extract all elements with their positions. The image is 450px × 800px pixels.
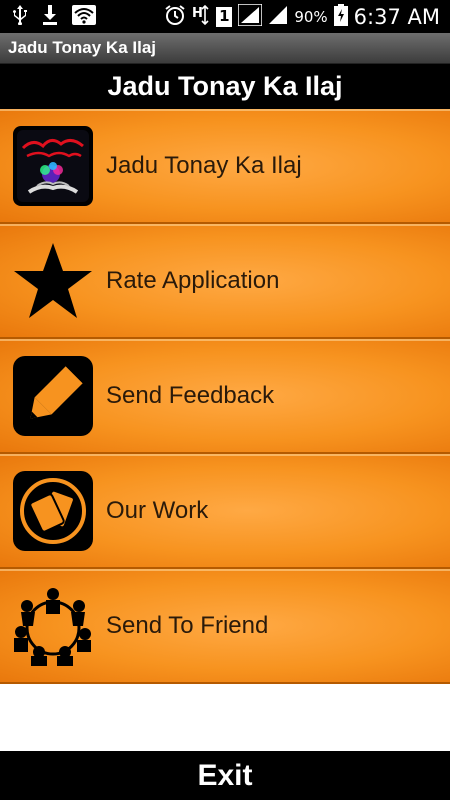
menu-item-send-feedback[interactable]: Send Feedback <box>0 339 450 454</box>
page-header: Jadu Tonay Ka Ilaj <box>0 64 450 109</box>
menu-item-jadu-tonay[interactable]: Jadu Tonay Ka Ilaj <box>0 109 450 224</box>
menu-item-label: Our Work <box>106 496 209 524</box>
signal-icon <box>237 3 264 29</box>
signal-icon-2 <box>268 5 288 28</box>
menu-item-our-work[interactable]: Our Work <box>0 454 450 569</box>
app-logo-icon <box>13 125 93 206</box>
menu-item-send-to-friend[interactable]: Send To Friend <box>0 569 450 684</box>
network-h-icon: H <box>192 4 210 29</box>
usb-icon <box>12 5 28 28</box>
clock: 6:37 AM <box>353 4 440 29</box>
pencil-icon <box>13 355 93 436</box>
menu-item-label: Send Feedback <box>106 381 275 409</box>
people-circle-icon <box>13 586 93 666</box>
page-title: Jadu Tonay Ka Ilaj <box>107 71 343 101</box>
menu-item-label: Rate Application <box>106 266 280 294</box>
battery-percent: 90% <box>294 7 328 26</box>
main-menu: Jadu Tonay Ka Ilaj Rate Application Send… <box>0 109 450 684</box>
menu-item-rate-application[interactable]: Rate Application <box>0 224 450 339</box>
exit-button[interactable]: Exit <box>0 751 450 800</box>
app-title: Jadu Tonay Ka Ilaj <box>8 38 157 57</box>
exit-label: Exit <box>197 758 253 792</box>
menu-item-label: Jadu Tonay Ka Ilaj <box>106 151 302 179</box>
svg-text:H: H <box>192 6 203 21</box>
battery-icon <box>333 4 348 29</box>
cards-icon <box>13 470 93 551</box>
download-icon <box>42 5 58 28</box>
app-screen: H 1 90% 6:37 AM Jadu Tonay Ka Ilaj Jadu … <box>0 0 450 800</box>
star-icon <box>13 241 93 321</box>
app-title-bar: Jadu Tonay Ka Ilaj <box>0 33 450 64</box>
sim-icon: 1 <box>216 6 233 27</box>
status-bar: H 1 90% 6:37 AM <box>0 0 450 33</box>
wifi-icon <box>72 5 96 28</box>
alarm-icon <box>164 4 186 29</box>
menu-item-label: Send To Friend <box>106 611 269 639</box>
